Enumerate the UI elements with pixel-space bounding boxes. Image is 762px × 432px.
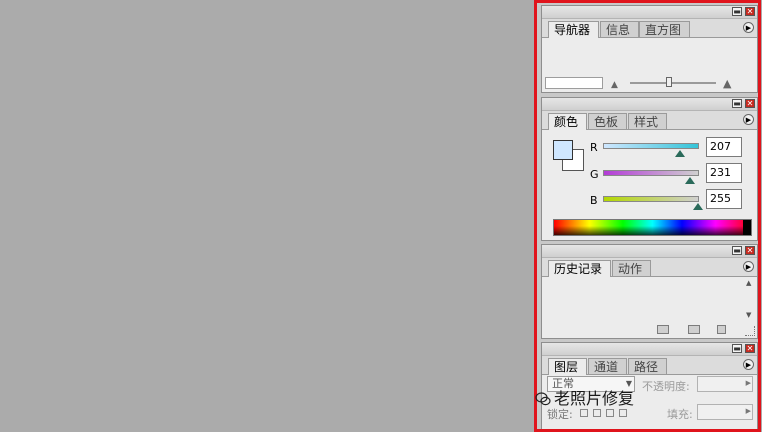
panel-menu-icon[interactable]: ▶ bbox=[743, 22, 754, 33]
panel-titlebar[interactable]: ▬ ✕ bbox=[542, 6, 757, 19]
new-document-from-state-icon[interactable] bbox=[657, 325, 669, 334]
watermark: 老照片修复 bbox=[535, 385, 634, 409]
channel-r-slider[interactable] bbox=[603, 143, 699, 157]
panel-titlebar[interactable]: ▬ ✕ bbox=[542, 98, 757, 111]
panel-titlebar[interactable]: ▬ ✕ bbox=[542, 343, 757, 356]
panel-menu-icon[interactable]: ▶ bbox=[743, 261, 754, 272]
channel-r-thumb[interactable] bbox=[675, 150, 686, 157]
tab-histogram[interactable]: 直方图 bbox=[639, 21, 691, 37]
panel-titlebar[interactable]: ▬ ✕ bbox=[542, 245, 757, 258]
trash-icon[interactable] bbox=[717, 325, 726, 334]
channel-b-slider[interactable] bbox=[603, 196, 703, 210]
zoom-out-icon[interactable]: ▲ bbox=[611, 80, 618, 90]
resize-grip-icon[interactable] bbox=[745, 326, 755, 336]
panel-dock: ▬ ✕ 导航器 信息 直方图 ▶ ▲ ▲ ▬ ✕ 颜色 色板 样式 ▶ R 20… bbox=[534, 0, 761, 432]
wechat-logo-icon bbox=[535, 392, 551, 406]
history-list[interactable] bbox=[545, 277, 745, 321]
tab-bar: 图层 通道 路径 ▶ bbox=[542, 356, 757, 375]
opacity-arrow-icon[interactable]: ▶ bbox=[746, 379, 751, 387]
zoom-slider[interactable] bbox=[630, 77, 716, 87]
tab-bar: 导航器 信息 直方图 ▶ bbox=[542, 19, 757, 38]
lock-transparent-icon[interactable] bbox=[580, 409, 588, 417]
tab-color[interactable]: 颜色 bbox=[548, 113, 588, 130]
tab-history[interactable]: 历史记录 bbox=[548, 260, 612, 277]
close-button[interactable]: ✕ bbox=[745, 99, 755, 108]
tab-bar: 颜色 色板 样式 ▶ bbox=[542, 111, 757, 130]
tab-navigator[interactable]: 导航器 bbox=[548, 21, 600, 38]
channel-b-label: B bbox=[590, 194, 598, 207]
fill-label: 填充: bbox=[667, 408, 693, 421]
tab-actions[interactable]: 动作 bbox=[612, 260, 652, 276]
scroll-down-icon[interactable]: ▼ bbox=[746, 311, 751, 319]
navigator-preview[interactable] bbox=[542, 38, 757, 81]
zoom-in-icon[interactable]: ▲ bbox=[723, 77, 731, 90]
panel-menu-icon[interactable]: ▶ bbox=[743, 359, 754, 370]
lock-image-icon[interactable] bbox=[593, 409, 601, 417]
watermark-text: 老照片修复 bbox=[554, 389, 635, 408]
opacity-field[interactable]: ▶ bbox=[697, 376, 753, 392]
tab-channels[interactable]: 通道 bbox=[588, 358, 628, 374]
channel-r-label: R bbox=[590, 141, 598, 154]
fill-arrow-icon[interactable]: ▶ bbox=[746, 407, 751, 415]
navigator-panel: ▬ ✕ 导航器 信息 直方图 ▶ ▲ ▲ bbox=[541, 5, 758, 93]
history-scrollbar[interactable]: ▲ ▼ bbox=[745, 277, 755, 321]
close-button[interactable]: ✕ bbox=[745, 344, 755, 353]
zoom-field[interactable] bbox=[545, 77, 603, 89]
close-button[interactable]: ✕ bbox=[745, 7, 755, 16]
tab-swatches[interactable]: 色板 bbox=[588, 113, 628, 129]
channel-g-slider[interactable] bbox=[603, 170, 699, 184]
channel-b-input[interactable]: 255 bbox=[706, 189, 742, 209]
document-canvas[interactable] bbox=[0, 0, 534, 432]
lock-position-icon[interactable] bbox=[606, 409, 614, 417]
tab-styles[interactable]: 样式 bbox=[628, 113, 668, 129]
color-panel: ▬ ✕ 颜色 色板 样式 ▶ R 207 G 231 B 255 bbox=[541, 97, 758, 241]
panel-menu-icon[interactable]: ▶ bbox=[743, 114, 754, 125]
minimize-button[interactable]: ▬ bbox=[732, 7, 742, 16]
lock-all-icon[interactable] bbox=[619, 409, 627, 417]
spectrum-black-swatch[interactable] bbox=[743, 220, 751, 235]
tab-bar: 历史记录 动作 ▶ bbox=[542, 258, 757, 277]
channel-g-input[interactable]: 231 bbox=[706, 163, 742, 183]
channel-r-input[interactable]: 207 bbox=[706, 137, 742, 157]
channel-g-label: G bbox=[590, 168, 599, 181]
channel-b-thumb[interactable] bbox=[693, 203, 703, 210]
zoom-slider-thumb[interactable] bbox=[665, 77, 672, 87]
opacity-label: 不透明度: bbox=[642, 380, 690, 393]
minimize-button[interactable]: ▬ bbox=[732, 99, 742, 108]
history-panel: ▬ ✕ 历史记录 动作 ▶ ▲ ▼ bbox=[541, 244, 758, 339]
snapshot-camera-icon[interactable] bbox=[688, 325, 700, 334]
scroll-up-icon[interactable]: ▲ bbox=[746, 279, 751, 287]
fill-field[interactable]: ▶ bbox=[697, 404, 753, 420]
close-button[interactable]: ✕ bbox=[745, 246, 755, 255]
color-spectrum-bar[interactable] bbox=[553, 219, 752, 236]
tab-paths[interactable]: 路径 bbox=[628, 358, 668, 374]
tab-layers[interactable]: 图层 bbox=[548, 358, 588, 375]
minimize-button[interactable]: ▬ bbox=[732, 246, 742, 255]
channel-g-thumb[interactable] bbox=[684, 177, 695, 184]
foreground-color-swatch[interactable] bbox=[553, 140, 573, 160]
minimize-button[interactable]: ▬ bbox=[732, 344, 742, 353]
tab-info[interactable]: 信息 bbox=[600, 21, 640, 37]
